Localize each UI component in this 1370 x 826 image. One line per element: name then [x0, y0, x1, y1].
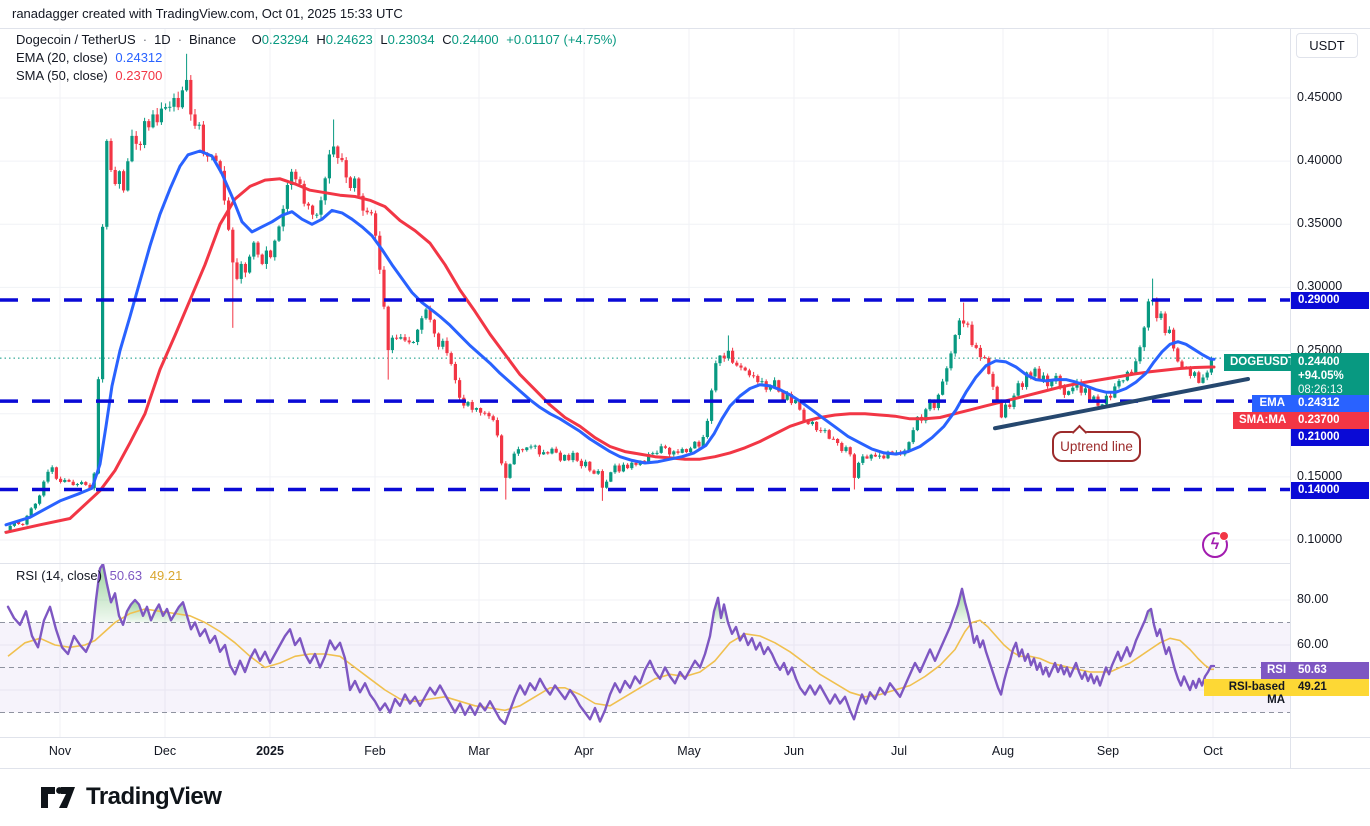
change-percent: +94.05% [1298, 369, 1369, 383]
rsi-ma-value-badge: 49.21 [1291, 679, 1369, 696]
currency-toggle-button[interactable]: USDT [1296, 33, 1358, 58]
month-label-jun: Jun [772, 744, 816, 758]
support-level-badge: 0.21000 [1291, 429, 1369, 446]
month-label-dec: Dec [143, 744, 187, 758]
symbol-exchange: Binance [189, 32, 236, 47]
resistance-level-badge: 0.29000 [1291, 292, 1369, 309]
rsi-ma-legend-value: 49.21 [150, 568, 183, 583]
ema-legend-value: 0.24312 [115, 50, 162, 65]
sma-legend-value: 0.23700 [115, 68, 162, 83]
time-axis-border [0, 737, 1370, 738]
price-tick-label: 0.35000 [1297, 216, 1342, 230]
open-value: 0.23294 [262, 32, 309, 47]
ema-value-badge: 0.24312 [1291, 395, 1369, 412]
symbol-legend: Dogecoin / TetherUS·1D·Binance O0.23294 … [16, 32, 621, 47]
symbol-name-chip: DOGEUSDT [1224, 354, 1291, 371]
rsi-chip: RSI [1261, 662, 1291, 679]
tradingview-logo[interactable]: TradingView [40, 783, 221, 811]
symbol-interval: 1D [154, 32, 171, 47]
pane-divider [0, 563, 1290, 564]
rsi-legend-value: 50.63 [110, 568, 143, 583]
footer-border [0, 768, 1370, 769]
symbol-title: Dogecoin / TetherUS [16, 32, 136, 47]
ema-chip: EMA [1252, 395, 1291, 412]
rsi-ma-chip: RSI-based MA [1204, 679, 1291, 696]
month-label-sep: Sep [1086, 744, 1130, 758]
price-tick-label: 0.40000 [1297, 153, 1342, 167]
month-label-oct: Oct [1191, 744, 1235, 758]
tradingview-logo-mark [40, 783, 76, 811]
price-chart-canvas[interactable] [0, 0, 1370, 826]
high-value: 0.24623 [326, 32, 373, 47]
price-tick-label: 0.10000 [1297, 532, 1342, 546]
lower-support-level-badge: 0.14000 [1291, 482, 1369, 499]
uptrend-line-callout[interactable]: Uptrend line [1052, 431, 1141, 462]
month-label-2025: 2025 [248, 744, 292, 758]
rsi-legend: RSI (14, close) 50.63 49.21 [16, 568, 186, 583]
month-label-feb: Feb [353, 744, 397, 758]
month-label-aug: Aug [981, 744, 1025, 758]
sma-legend: SMA (50, close) 0.23700 [16, 68, 166, 83]
month-label-apr: Apr [562, 744, 606, 758]
month-label-mar: Mar [457, 744, 501, 758]
month-label-jul: Jul [877, 744, 921, 758]
price-tick-label: 0.15000 [1297, 469, 1342, 483]
ema-legend: EMA (20, close) 0.24312 [16, 50, 166, 65]
month-label-may: May [667, 744, 711, 758]
last-price: 0.24400 [1298, 355, 1369, 369]
lightning-events-icon[interactable]: ϟ [1202, 532, 1228, 558]
tradingview-snapshot: ranadagger created with TradingView.com,… [0, 0, 1370, 826]
close-value: 0.24400 [452, 32, 499, 47]
rsi-tick-label: 60.00 [1297, 637, 1328, 651]
last-price-badge: 0.24400 +94.05% 08:26:13 [1291, 353, 1369, 397]
low-value: 0.23034 [388, 32, 435, 47]
rsi-tick-label: 80.00 [1297, 592, 1328, 606]
sma-value-badge: 0.23700 [1291, 412, 1369, 429]
rsi-value-badge: 50.63 [1291, 662, 1369, 679]
chart-top-border [0, 28, 1370, 29]
change-value: +0.01107 (+4.75%) [506, 32, 616, 47]
sma-chip: SMA:MA [1233, 412, 1291, 429]
attribution-text: ranadagger created with TradingView.com,… [12, 6, 403, 21]
month-label-nov: Nov [38, 744, 82, 758]
tradingview-wordmark: TradingView [86, 783, 221, 811]
price-tick-label: 0.45000 [1297, 90, 1342, 104]
